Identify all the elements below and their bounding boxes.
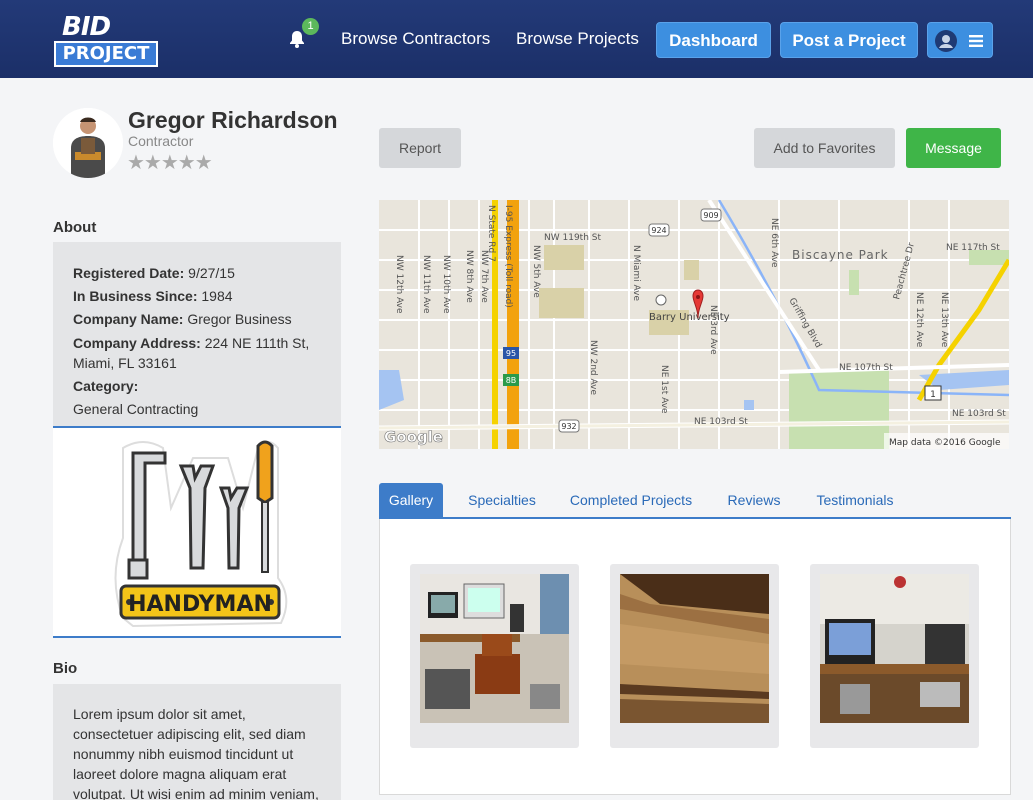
- svg-text:NW 10th Ave: NW 10th Ave: [441, 255, 451, 314]
- user-menu-button[interactable]: [927, 22, 993, 58]
- svg-text:NE 103rd St: NE 103rd St: [694, 417, 748, 427]
- profile-tabs: Gallery Specialties Completed Projects R…: [379, 483, 1011, 519]
- svg-text:NE 3rd Ave: NE 3rd Ave: [708, 305, 718, 355]
- tab-specialties[interactable]: Specialties: [459, 483, 545, 518]
- location-map[interactable]: 924 909 932 95 8B 1 NW 119th St Biscayne…: [379, 200, 1009, 449]
- gallery-item[interactable]: [810, 564, 979, 748]
- handyman-logo-text: HANDYMAN: [128, 592, 272, 617]
- business-since-value: 1984: [201, 288, 233, 304]
- office-room-photo: [820, 574, 969, 723]
- svg-text:NE 117th St: NE 117th St: [946, 243, 1000, 253]
- computer-desk-photo: [420, 574, 569, 723]
- hamburger-menu-icon: [969, 35, 983, 47]
- company-logo: HANDYMAN: [53, 428, 341, 638]
- notification-badge: 1: [302, 18, 319, 35]
- logo-line-2: PROJECT: [54, 41, 158, 67]
- svg-text:NE 13th Ave: NE 13th Ave: [939, 292, 949, 348]
- registered-value: 9/27/15: [188, 265, 235, 281]
- svg-text:1: 1: [930, 390, 936, 400]
- business-since-label: In Business Since:: [73, 288, 198, 304]
- svg-text:909: 909: [703, 211, 718, 220]
- company-name-value: Gregor Business: [187, 311, 292, 327]
- svg-text:NW 5th Ave: NW 5th Ave: [531, 245, 541, 298]
- contractor-avatar: [53, 108, 123, 178]
- message-button[interactable]: Message: [906, 128, 1001, 168]
- svg-text:924: 924: [651, 226, 666, 235]
- svg-text:NE 1st Ave: NE 1st Ave: [659, 365, 669, 414]
- gallery-item[interactable]: [410, 564, 579, 748]
- svg-text:NE 107th St: NE 107th St: [839, 363, 893, 373]
- svg-text:NW 11th Ave: NW 11th Ave: [421, 255, 431, 314]
- browse-contractors-link[interactable]: Browse Contractors: [341, 29, 490, 49]
- report-button[interactable]: Report: [379, 128, 461, 168]
- tab-testimonials[interactable]: Testimonials: [807, 483, 903, 518]
- user-avatar-icon: [935, 30, 957, 52]
- svg-text:932: 932: [561, 422, 576, 431]
- dashboard-button[interactable]: Dashboard: [656, 22, 771, 58]
- bio-text: Lorem ipsum dolor sit amet, consectetuer…: [73, 706, 319, 800]
- svg-text:N Miami Ave: N Miami Ave: [631, 245, 641, 301]
- svg-text:Biscayne Park: Biscayne Park: [792, 248, 889, 262]
- company-address-label: Company Address:: [73, 335, 201, 351]
- about-heading: About: [53, 219, 97, 236]
- svg-text:NW 8th Ave: NW 8th Ave: [464, 250, 474, 303]
- svg-text:Map data ©2016 Google: Map data ©2016 Google: [889, 438, 1001, 448]
- gallery-item[interactable]: [610, 564, 779, 748]
- post-project-button[interactable]: Post a Project: [780, 22, 918, 58]
- svg-text:NE 12th Ave: NE 12th Ave: [914, 292, 924, 348]
- svg-text:95: 95: [506, 349, 516, 358]
- svg-text:Google: Google: [384, 428, 443, 446]
- svg-text:NW 12th Ave: NW 12th Ave: [394, 255, 404, 314]
- svg-text:NE 103rd St: NE 103rd St: [952, 409, 1006, 419]
- browse-projects-link[interactable]: Browse Projects: [516, 29, 639, 49]
- category-value: General Contracting: [73, 401, 199, 417]
- category-label: Category:: [73, 378, 139, 394]
- svg-text:NW 119th St: NW 119th St: [544, 233, 601, 243]
- about-panel: Registered Date: 9/27/15 In Business Sin…: [53, 242, 341, 428]
- rating-stars: ★★★★★: [127, 152, 213, 174]
- registered-label: Registered Date:: [73, 265, 185, 281]
- contractor-role: Contractor: [128, 133, 194, 149]
- contractor-name: Gregor Richardson: [128, 107, 338, 133]
- tab-completed-projects[interactable]: Completed Projects: [561, 483, 701, 518]
- svg-text:8B: 8B: [506, 376, 517, 385]
- gallery-panel: [379, 519, 1011, 795]
- tab-gallery[interactable]: Gallery: [379, 483, 443, 518]
- svg-text:NE 6th Ave: NE 6th Ave: [769, 218, 779, 268]
- svg-text:NW 7th Ave: NW 7th Ave: [479, 250, 489, 303]
- top-navigation-bar: BID THAT PROJECT 1 Browse Contractors Br…: [0, 0, 1033, 78]
- add-to-favorites-button[interactable]: Add to Favorites: [754, 128, 895, 168]
- bid-that-project-logo[interactable]: BID THAT PROJECT: [54, 10, 158, 72]
- bio-panel: Lorem ipsum dolor sit amet, consectetuer…: [53, 684, 341, 800]
- tab-reviews[interactable]: Reviews: [719, 483, 789, 518]
- company-name-label: Company Name:: [73, 311, 184, 327]
- svg-text:I-95 Express (Toll road): I-95 Express (Toll road): [503, 205, 513, 308]
- bio-heading: Bio: [53, 660, 78, 677]
- svg-text:NW 2nd Ave: NW 2nd Ave: [588, 340, 598, 395]
- wood-floor-photo: [620, 574, 769, 723]
